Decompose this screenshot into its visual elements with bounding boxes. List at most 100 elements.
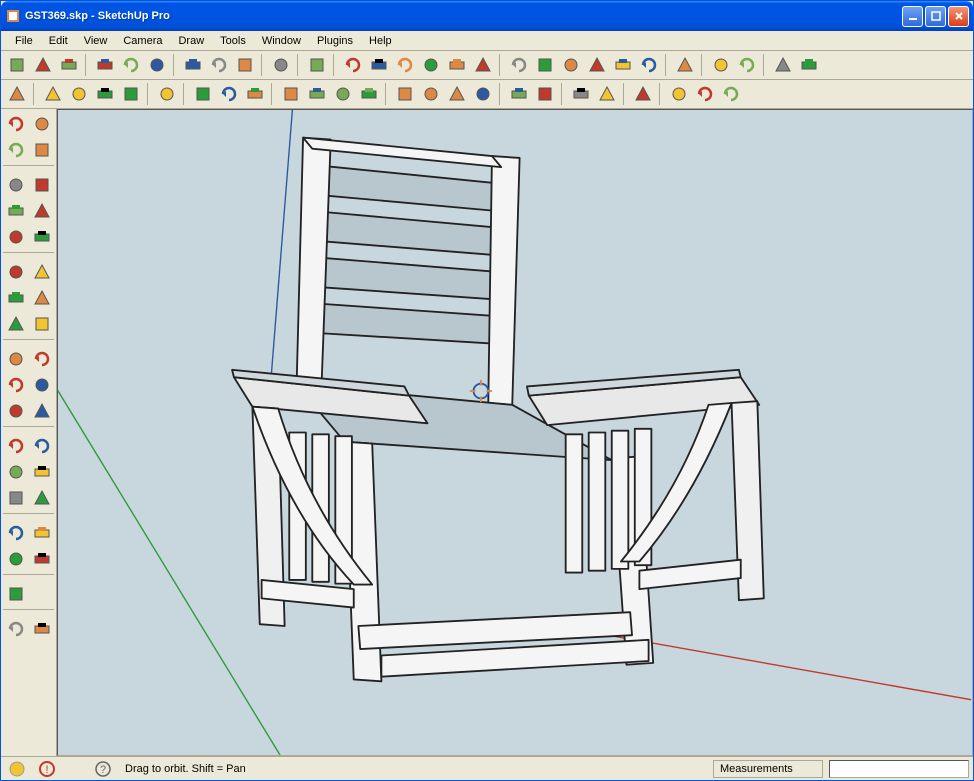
component-icon[interactable] [595,82,619,106]
view-forward-icon[interactable] [735,53,759,77]
outliner-icon[interactable] [569,82,593,106]
left-icon[interactable] [471,53,495,77]
maximize-button[interactable] [925,6,946,27]
3d-viewport[interactable] [57,109,973,756]
line-icon[interactable] [41,82,65,106]
credits-icon[interactable]: ! [35,757,59,781]
orbit2-icon[interactable] [3,433,28,458]
look-around-icon[interactable] [29,520,54,545]
export-icon[interactable] [667,82,691,106]
previous-icon[interactable] [29,485,54,510]
move2-icon[interactable] [3,259,28,284]
face-style5-icon[interactable] [611,53,635,77]
position-camera-icon[interactable] [3,520,28,545]
placeholder1-icon[interactable] [771,53,795,77]
face-style1-icon[interactable] [507,53,531,77]
circle2-icon[interactable] [3,198,28,223]
section-plane-icon[interactable] [29,546,54,571]
pan-icon[interactable] [419,82,443,106]
view-back-icon[interactable] [709,53,733,77]
move-icon[interactable] [305,82,329,106]
push-pull2-icon[interactable] [29,259,54,284]
face-style6-icon[interactable] [637,53,661,77]
protractor-icon[interactable] [3,372,28,397]
rectangle2-icon[interactable] [3,172,28,197]
undo-icon[interactable] [207,53,231,77]
follow-me-icon[interactable] [29,285,54,310]
google-earth-icon[interactable] [631,82,655,106]
offset2-icon[interactable] [29,311,54,336]
new-file-icon[interactable] [5,53,29,77]
scale-icon[interactable] [3,311,28,336]
erase-icon[interactable] [181,53,205,77]
menu-tools[interactable]: Tools [212,33,254,49]
pan2-icon[interactable] [29,433,54,458]
redo-icon[interactable] [233,53,257,77]
menu-camera[interactable]: Camera [115,33,170,49]
walk-icon[interactable] [3,546,28,571]
share-model-icon[interactable] [533,82,557,106]
face-style3-icon[interactable] [559,53,583,77]
component-box-icon[interactable] [29,111,54,136]
paste-icon[interactable] [145,53,169,77]
axes-icon[interactable] [3,398,28,423]
make-component-icon[interactable] [155,82,179,106]
close-button[interactable] [948,6,969,27]
zoom-icon[interactable] [445,82,469,106]
copy-icon[interactable] [119,53,143,77]
placeholder2-icon[interactable] [797,53,821,77]
menu-plugins[interactable]: Plugins [309,33,361,49]
minimize-button[interactable] [902,6,923,27]
zoom-extents-icon[interactable] [471,82,495,106]
text-label-icon[interactable] [29,372,54,397]
zoom2-icon[interactable] [3,459,28,484]
paint-bucket-icon[interactable] [243,82,267,106]
face-style2-icon[interactable] [533,53,557,77]
tape-measure-icon[interactable] [217,82,241,106]
xray-icon[interactable] [673,53,697,77]
menu-view[interactable]: View [76,33,116,49]
geo-location-icon[interactable] [5,757,29,781]
shadow-icon[interactable] [3,616,28,641]
measurements-input[interactable] [829,760,969,778]
front-icon[interactable] [393,53,417,77]
offset-icon[interactable] [357,82,381,106]
select-arrow-icon[interactable] [3,111,28,136]
push-pull-icon[interactable] [279,82,303,106]
top-icon[interactable] [367,53,391,77]
menu-file[interactable]: File [7,33,41,49]
rotate2-icon[interactable] [3,285,28,310]
upload-icon[interactable] [693,82,717,106]
rotate-icon[interactable] [331,82,355,106]
3d-text-icon[interactable] [29,398,54,423]
shadow-settings-icon[interactable] [29,616,54,641]
building-icon[interactable] [719,82,743,106]
right-icon[interactable] [419,53,443,77]
get-models-icon[interactable] [507,82,531,106]
orbit-icon[interactable] [393,82,417,106]
menu-window[interactable]: Window [254,33,309,49]
circle-icon[interactable] [93,82,117,106]
zoom-extents2-icon[interactable] [3,485,28,510]
menu-edit[interactable]: Edit [41,33,76,49]
iso-icon[interactable] [341,53,365,77]
select-icon[interactable] [5,82,29,106]
dimension-icon[interactable] [29,346,54,371]
save-icon[interactable] [57,53,81,77]
help-icon[interactable]: ? [91,757,115,781]
arc-icon[interactable] [119,82,143,106]
zoom-window-icon[interactable] [29,459,54,484]
polygon-icon[interactable] [3,224,28,249]
back-icon[interactable] [445,53,469,77]
menu-help[interactable]: Help [361,33,400,49]
arc2-icon[interactable] [29,198,54,223]
tape-measure2-icon[interactable] [3,346,28,371]
layer-icon[interactable] [3,581,28,606]
open-file-icon[interactable] [31,53,55,77]
model-info-icon[interactable] [305,53,329,77]
cut-icon[interactable] [93,53,117,77]
line2-icon[interactable] [29,172,54,197]
eraser2-icon[interactable] [29,137,54,162]
freehand-icon[interactable] [29,224,54,249]
eraser-icon[interactable] [191,82,215,106]
